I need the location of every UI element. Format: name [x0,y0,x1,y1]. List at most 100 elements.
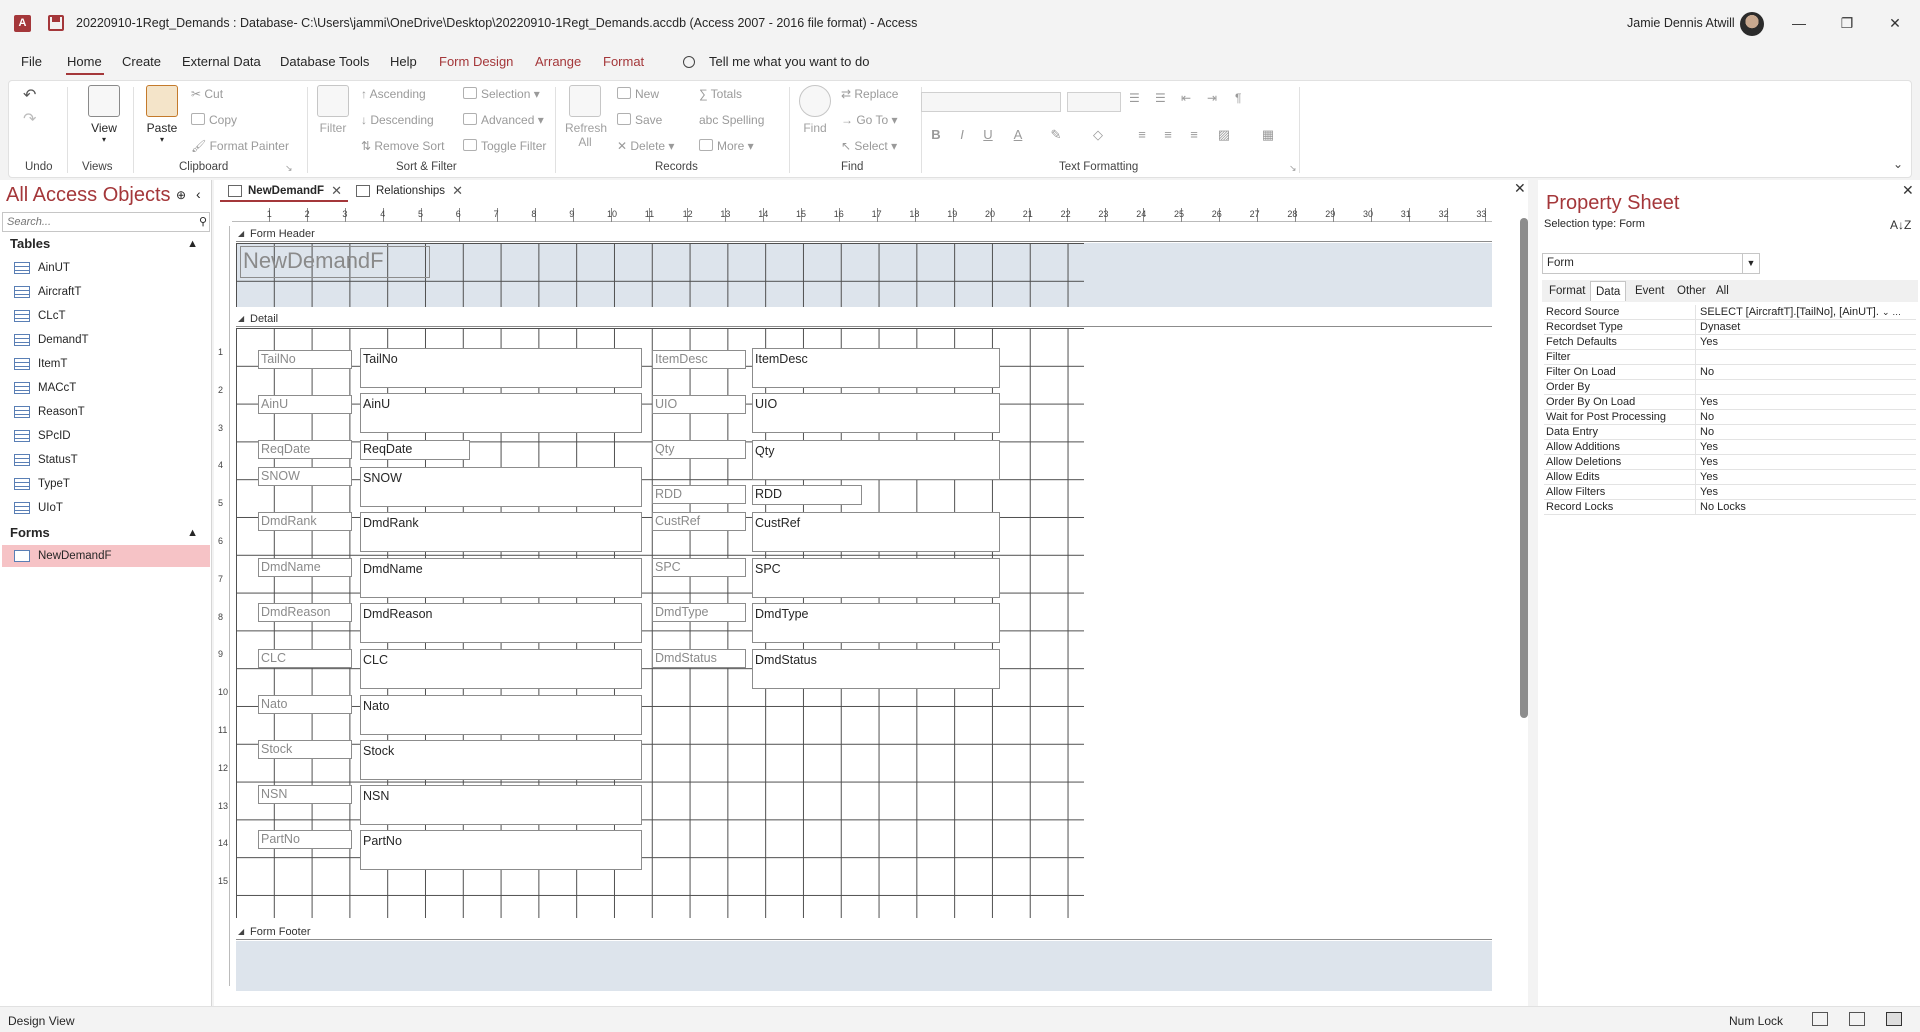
textbox-dmdstatus[interactable]: DmdStatus [752,649,1000,689]
nav-table-item[interactable]: StatusT [2,449,210,471]
sort-az-icon[interactable]: A↓Z [1890,218,1911,232]
property-value[interactable]: Yes [1698,440,1914,454]
tab-format[interactable]: Format [1544,281,1590,301]
textbox-clc[interactable]: CLC [360,649,642,689]
indent-decrease-icon[interactable]: ⇤ [1181,91,1191,105]
scrollbar-thumb[interactable] [1520,218,1528,718]
paste-button[interactable]: Paste ▾ [139,85,185,144]
close-document-icon[interactable]: ✕ [1514,180,1526,197]
nav-table-item[interactable]: TypeT [2,473,210,495]
tab-all[interactable]: All [1711,281,1734,301]
property-value[interactable]: Dynaset [1698,320,1914,334]
redo-icon[interactable]: ↷ [23,109,36,129]
doc-tab-relationships[interactable]: Relationships ✕ [348,180,469,202]
form-title-label[interactable]: NewDemandF [240,246,430,278]
refresh-all-button[interactable]: Refresh All [565,85,607,149]
tab-event[interactable]: Event [1630,281,1669,301]
replace-button[interactable]: ⇄ Replace [841,87,898,101]
save-record-button[interactable]: Save [617,113,662,127]
label-stock[interactable]: Stock [258,740,352,759]
collapse-ribbon-icon[interactable]: ⌄ [1893,157,1903,171]
textbox-tailno[interactable]: TailNo [360,348,642,388]
select-button[interactable]: ↖ Select ▾ [841,139,897,153]
nav-search-box[interactable]: ⚲ [2,212,210,232]
label-rdd[interactable]: RDD [652,485,746,504]
layout-view-icon[interactable] [1849,1012,1865,1026]
form-header-bar[interactable]: Form Header [236,226,1492,242]
bullets-icon[interactable]: ☰ [1129,91,1140,105]
label-clc[interactable]: CLC [258,649,352,668]
highlight-icon[interactable]: ✎ [1047,126,1065,144]
property-value[interactable]: Yes [1698,470,1914,484]
property-row[interactable]: Allow Filters Yes [1544,485,1916,500]
form-design-surface[interactable]: 1 2 3 4 5 6 7 8 9 10 11 12 13 14 15 16 17 18 19 20 21 22 23 24 2… [214,206,1514,996]
toggle-filter-button[interactable]: Toggle Filter [463,139,546,153]
tell-me-search[interactable]: Tell me what you want to do [683,54,869,69]
tab-external-data[interactable]: External Data [182,54,261,69]
form-view-icon[interactable] [1812,1012,1828,1026]
conditional-format-icon[interactable]: ▨ [1215,126,1233,144]
tab-data[interactable]: Data [1590,281,1627,301]
chevron-down-icon[interactable]: ▼ [1742,254,1759,273]
property-value[interactable]: No [1698,425,1914,439]
property-row[interactable]: Data Entry No [1544,425,1916,440]
textbox-partno[interactable]: PartNo [360,830,642,870]
find-button[interactable]: Find [795,85,835,135]
property-row[interactable]: Order By On Load Yes [1544,395,1916,410]
align-left-icon[interactable]: ≡ [1133,126,1151,144]
textbox-reqdate[interactable]: ReqDate [360,440,470,460]
go-to-button[interactable]: → Go To ▾ [841,113,898,127]
tab-database-tools[interactable]: Database Tools [280,54,369,69]
filter-button[interactable]: Filter [311,85,355,135]
label-custref[interactable]: CustRef [652,512,746,531]
property-value[interactable]: No [1698,365,1914,379]
tab-form-design[interactable]: Form Design [439,54,513,69]
textbox-spc[interactable]: SPC [752,558,1000,598]
label-dmdrank[interactable]: DmdRank [258,512,352,531]
label-ainu[interactable]: AinU [258,395,352,414]
delete-record-button[interactable]: ✕ Delete ▾ [617,139,674,153]
property-row[interactable]: Order By [1544,380,1916,395]
builder-buttons[interactable]: ⌄ … [1882,305,1914,319]
ascending-button[interactable]: ↑ Ascending [361,87,426,101]
totals-button[interactable]: ∑ Totals [699,87,742,101]
italic-button[interactable]: I [953,126,971,144]
property-row[interactable]: Fetch Defaults Yes [1544,335,1916,350]
dialog-launcher-icon[interactable]: ↘ [285,163,293,174]
bold-button[interactable]: B [927,126,945,144]
label-nato[interactable]: Nato [258,695,352,714]
property-value[interactable]: No [1698,410,1914,424]
advanced-button[interactable]: Advanced ▾ [463,113,544,127]
chevron-down-icon[interactable]: ⌄ [1882,307,1890,317]
textbox-stock[interactable]: Stock [360,740,642,780]
form-footer-bar[interactable]: Form Footer [236,924,1492,940]
nav-table-item[interactable]: AinUT [2,257,210,279]
textbox-nato[interactable]: Nato [360,695,642,735]
restore-button[interactable]: ❐ [1824,0,1870,46]
gridlines-icon[interactable]: ▦ [1259,126,1277,144]
doc-tab-newdemandf[interactable]: NewDemandF ✕ [220,180,349,202]
undo-icon[interactable]: ↶ [23,85,36,105]
spelling-button[interactable]: abc Spelling [699,113,764,127]
vertical-scrollbar[interactable] [1518,210,1528,1000]
nav-pane-title[interactable]: All Access Objects [6,184,171,207]
nav-table-item[interactable]: ReasonT [2,401,210,423]
property-value[interactable]: Yes [1698,455,1914,469]
textbox-rdd[interactable]: RDD [752,485,862,505]
label-qty[interactable]: Qty [652,440,746,459]
detail-bar[interactable]: Detail [236,311,1492,327]
nav-table-item[interactable]: SPcID [2,425,210,447]
nav-section-tables[interactable]: Tables ▲ [0,234,210,254]
align-center-icon[interactable]: ≡ [1159,126,1177,144]
tab-other[interactable]: Other [1672,281,1711,301]
font-size-dropdown[interactable] [1067,92,1121,112]
close-icon[interactable]: ✕ [452,180,463,202]
design-view-icon[interactable] [1886,1012,1902,1026]
shutter-bar-icon[interactable]: ‹ [196,186,201,202]
new-record-button[interactable]: New [617,87,659,101]
label-snow[interactable]: SNOW [258,467,352,486]
property-value[interactable]: SELECT [AircraftT].[TailNo], [AinUT]. [1698,305,1882,319]
property-row[interactable]: Filter On Load No [1544,365,1916,380]
label-partno[interactable]: PartNo [258,830,352,849]
minimize-button[interactable]: — [1776,0,1822,46]
